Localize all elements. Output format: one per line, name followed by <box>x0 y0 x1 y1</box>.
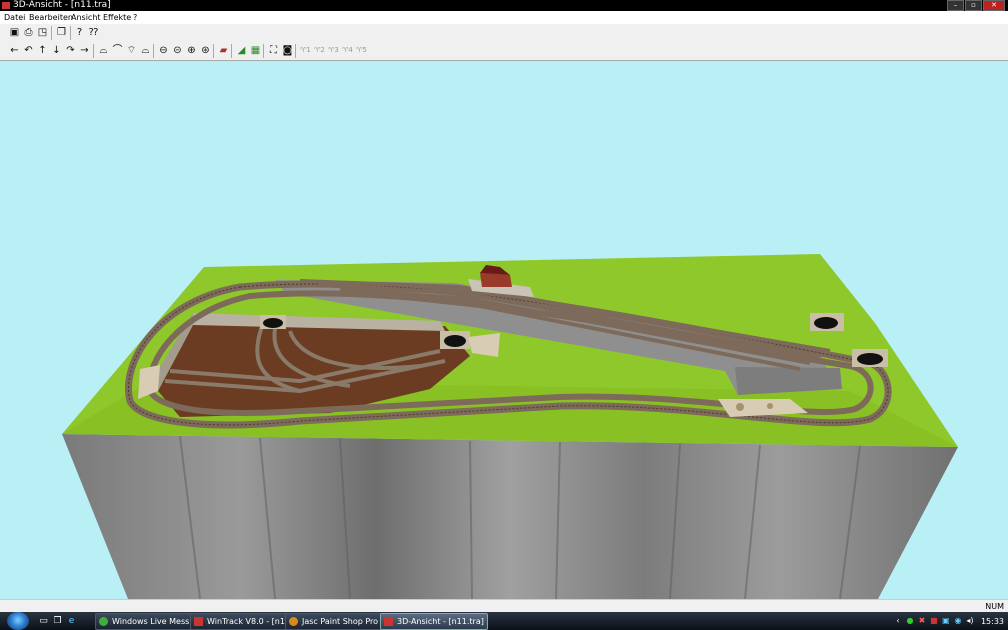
zoom-in-icon[interactable]: ⊕ <box>185 44 198 57</box>
tray-messenger-icon[interactable]: ● <box>905 616 915 626</box>
camera-2-icon[interactable]: ♈2 <box>313 44 326 57</box>
task-label: WinTrack V8.0 - [n1... <box>207 617 293 626</box>
menu-bearbeiten[interactable]: Bearbeiten <box>27 11 75 24</box>
layout-scene <box>62 254 958 599</box>
arrow-right-icon[interactable]: → <box>78 44 91 57</box>
task-windows-live-messenger[interactable]: Windows Live Mess... <box>95 613 203 630</box>
tray-app-icon[interactable]: ■ <box>929 616 939 626</box>
info-icon[interactable]: ? <box>73 26 86 39</box>
task-label: 3D-Ansicht - [n11.tra] <box>397 617 484 626</box>
toolbar-separator <box>51 26 52 40</box>
view-tilt-up-icon[interactable]: ⌒ <box>111 44 124 57</box>
rotate-right-icon[interactable]: ↷ <box>64 44 77 57</box>
arrow-up-icon[interactable]: ↑ <box>36 44 49 57</box>
tray-clock[interactable]: 15:33 <box>981 617 1004 626</box>
toolbar-main: ▣ ⎙ ◳ ❐ ? ⁇ <box>0 24 1008 43</box>
toolbar-separator <box>263 44 264 58</box>
close-button[interactable]: ✕ <box>983 0 1005 11</box>
rotate-left-icon[interactable]: ↶ <box>22 44 35 57</box>
3d-viewport[interactable] <box>0 61 1008 599</box>
task-3d-ansicht[interactable]: 3D-Ansicht - [n11.tra] <box>380 613 488 630</box>
copy-icon[interactable]: ❐ <box>55 26 68 39</box>
maximize-button[interactable]: ▫ <box>965 0 982 11</box>
camera-icon[interactable]: ◙ <box>281 44 294 57</box>
minimize-button[interactable]: – <box>947 0 964 11</box>
taskbar: ▭ ❐ e Windows Live Mess... WinTrack V8.0… <box>0 612 1008 630</box>
print-preview-icon[interactable]: ◳ <box>36 26 49 39</box>
tunnel-portal-center <box>440 331 470 349</box>
paint-shop-pro-icon <box>289 617 298 626</box>
tunnel-portal-right-upper <box>810 313 844 331</box>
view-tilt-down-icon[interactable]: ⌔ <box>125 44 138 57</box>
toolbar-separator <box>295 44 296 58</box>
volume-icon[interactable]: ◂) <box>965 616 975 626</box>
view-reset-icon[interactable]: ⌓ <box>139 44 152 57</box>
camera-4-icon[interactable]: ♈4 <box>341 44 354 57</box>
task-label: Windows Live Mess... <box>112 617 197 626</box>
train-icon[interactable]: ▰ <box>217 44 230 57</box>
task-label: Jasc Paint Shop Pro ... <box>302 617 389 626</box>
arrow-down-icon[interactable]: ↓ <box>50 44 63 57</box>
task-paint-shop-pro[interactable]: Jasc Paint Shop Pro ... <box>285 613 393 630</box>
toolbar-separator <box>231 44 232 58</box>
zoom-out-small-icon[interactable]: ⊝ <box>171 44 184 57</box>
messenger-icon <box>99 617 108 626</box>
arrow-left-icon[interactable]: ← <box>8 44 21 57</box>
show-desktop-icon[interactable]: ▭ <box>38 616 49 626</box>
camera-5-icon[interactable]: ♈5 <box>355 44 368 57</box>
status-bar: NUM <box>0 599 1008 613</box>
camera-1-icon[interactable]: ♈1 <box>299 44 312 57</box>
print-icon[interactable]: ⎙ <box>22 26 35 39</box>
menu-effekte[interactable]: Effekte <box>101 11 133 24</box>
menu-help[interactable]: ? <box>131 11 139 24</box>
zoom-out-icon[interactable]: ⊖ <box>157 44 170 57</box>
task-wintrack[interactable]: WinTrack V8.0 - [n1... <box>190 613 298 630</box>
fullscreen-icon[interactable]: ⛶ <box>267 44 280 57</box>
landscape-icon[interactable]: ◢ <box>235 44 248 57</box>
menu-datei[interactable]: Datei <box>2 11 27 24</box>
tray-network-icon[interactable]: ▣ <box>941 616 951 626</box>
context-help-icon[interactable]: ⁇ <box>87 26 100 39</box>
grid-icon[interactable]: ▦ <box>249 44 262 57</box>
tunnel-portal-left <box>260 315 286 329</box>
view-tilt-icon[interactable]: ⌓ <box>97 44 110 57</box>
tray-security-icon[interactable]: ✖ <box>917 616 927 626</box>
camera-3-icon[interactable]: ♈3 <box>327 44 340 57</box>
toolbar-separator <box>153 44 154 58</box>
window-controls: – ▫ ✕ <box>947 0 1005 11</box>
toolbar-separator <box>93 44 94 58</box>
internet-explorer-icon[interactable]: e <box>66 616 77 626</box>
window-title: 3D-Ansicht - [n11.tra] <box>13 0 111 10</box>
3d-view-icon <box>384 617 393 626</box>
menu-ansicht[interactable]: Ansicht <box>69 11 103 24</box>
toolbar-navigation: ← ↶ ↑ ↓ ↷ → ⌓ ⌒ ⌔ ⌓ ⊖ ⊝ ⊕ ⊛ ▰ ◢ ▦ ⛶ ◙ ♈1… <box>0 42 1008 61</box>
save-icon[interactable]: ▣ <box>8 26 21 39</box>
window-titlebar: 3D-Ansicht - [n11.tra] – ▫ ✕ <box>0 0 1008 11</box>
menu-bar: Datei Bearbeiten Ansicht Effekte ? <box>0 11 1008 24</box>
zoom-fit-icon[interactable]: ⊛ <box>199 44 212 57</box>
tray-expand-icon[interactable]: ‹ <box>893 616 903 626</box>
start-button[interactable] <box>7 612 29 630</box>
app-icon <box>2 2 10 9</box>
toolbar-separator <box>213 44 214 58</box>
switch-windows-icon[interactable]: ❐ <box>52 616 63 626</box>
system-tray: ‹ ● ✖ ■ ▣ ◉ ◂) 15:33 <box>893 612 1008 630</box>
wintrack-icon <box>194 617 203 626</box>
toolbar-separator <box>70 26 71 40</box>
tray-user-icon[interactable]: ◉ <box>953 616 963 626</box>
tunnel-portal-right-lower <box>852 349 888 367</box>
